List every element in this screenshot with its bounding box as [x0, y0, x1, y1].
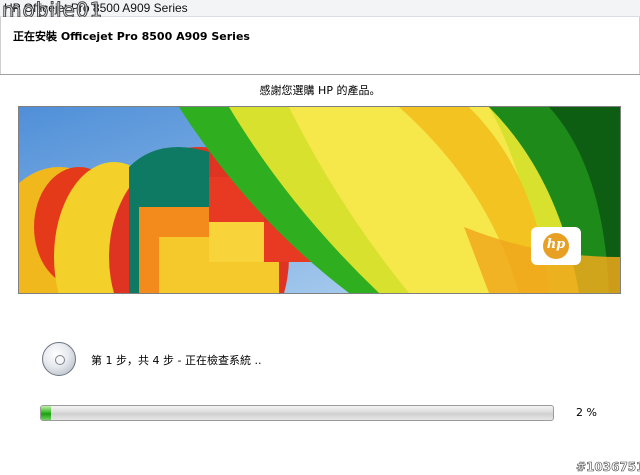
- window-titlebar: HP Officejet Pro 8500 A909 Series: [0, 0, 640, 17]
- thanks-message: 感謝您選購 HP 的產品。: [259, 84, 381, 97]
- balloon-illustration: [19, 107, 620, 293]
- hp-logo: hp: [531, 227, 581, 265]
- cd-disc-icon: [42, 342, 76, 376]
- hp-logo-mark: hp: [543, 233, 569, 259]
- image-id-watermark: #1036751: [576, 460, 640, 475]
- install-progress-bar: [40, 405, 554, 421]
- page-title: 正在安裝 Officejet Pro 8500 A909 Series: [13, 30, 250, 43]
- progress-percent-label: 2 %: [576, 406, 597, 419]
- hp-logo-text: hp: [546, 237, 566, 252]
- progress-fill: [41, 406, 51, 420]
- divider-highlight: [0, 75, 640, 76]
- window-title: HP Officejet Pro 8500 A909 Series: [4, 1, 188, 15]
- header-panel: 正在安裝 Officejet Pro 8500 A909 Series: [0, 17, 640, 74]
- hot-air-balloon-banner: [18, 106, 621, 294]
- install-step-status: 第 1 步，共 4 步 - 正在檢查系統 ..: [91, 354, 262, 367]
